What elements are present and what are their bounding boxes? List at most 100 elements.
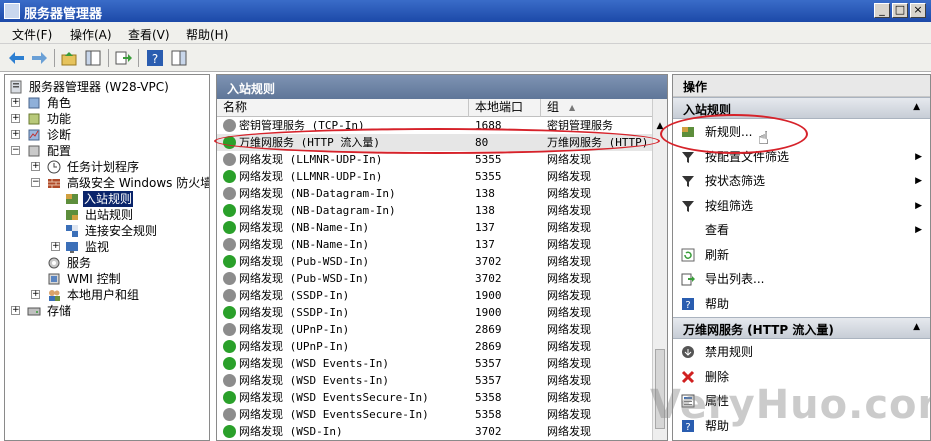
- toolbar: ?: [0, 44, 931, 72]
- action-label: 按组筛选: [705, 198, 754, 213]
- expand-icon[interactable]: +: [51, 242, 60, 251]
- annotation-oval-http-rule: [214, 128, 660, 154]
- outbound-rules-icon: [66, 210, 78, 220]
- rule-name: 网络发现 (WSD-In): [239, 425, 343, 438]
- table-row[interactable]: 网络发现 (WSD Events-In) 5357 网络发现: [217, 355, 653, 372]
- expand-icon[interactable]: +: [11, 98, 20, 107]
- menu-bar: 文件(F) 操作(A) 查看(V) 帮助(H): [0, 22, 931, 44]
- rule-group: 网络发现: [547, 204, 591, 217]
- expand-icon[interactable]: +: [11, 130, 20, 139]
- rule-name: 网络发现 (UPnP-In): [239, 323, 350, 336]
- table-row[interactable]: 网络发现 (WSD EventsSecure-In) 5358 网络发现: [217, 389, 653, 406]
- submenu-arrow-icon: ▶: [915, 151, 922, 162]
- action-item[interactable]: 查看 ▶: [673, 218, 930, 242]
- submenu-arrow-icon: ▶: [915, 225, 922, 235]
- help-icon[interactable]: ?: [146, 49, 164, 67]
- forward-icon[interactable]: [30, 49, 48, 67]
- menu-help[interactable]: 帮助(H): [186, 26, 228, 43]
- minimize-button[interactable]: _: [874, 3, 890, 18]
- rule-name: 网络发现 (SSDP-In): [239, 289, 350, 302]
- connection-security-icon: [66, 225, 78, 237]
- menu-view[interactable]: 查看(V): [128, 26, 170, 43]
- action-item[interactable]: 导出列表...: [673, 267, 930, 291]
- tree-item-task-scheduler[interactable]: + 任务计划程序: [31, 159, 206, 175]
- rule-port: 1900: [475, 289, 502, 302]
- rules-list: 密钥管理服务 (TCP-In) 1688 密钥管理服务 万维网服务 (HTTP 流入量…: [217, 117, 653, 440]
- expand-icon[interactable]: +: [11, 306, 20, 315]
- features-icon: [28, 113, 40, 125]
- server-manager-icon: [4, 3, 20, 19]
- tree-item-diagnostics[interactable]: + 诊断: [11, 127, 201, 143]
- expand-icon[interactable]: +: [31, 162, 40, 171]
- collapse-section-icon[interactable]: ▲: [913, 322, 920, 332]
- table-row[interactable]: 网络发现 (NB-Datagram-In) 138 网络发现: [217, 185, 653, 202]
- actions-title: 操作: [673, 75, 930, 97]
- disable-icon: [682, 346, 694, 358]
- tree-item-monitoring[interactable]: + 监视: [51, 239, 201, 255]
- tree-item-configuration[interactable]: − 配置: [11, 143, 201, 159]
- rule-enabled-icon: [223, 170, 236, 183]
- rule-group: 网络发现: [547, 340, 591, 353]
- properties-view-icon[interactable]: [170, 49, 188, 67]
- table-row[interactable]: 网络发现 (SSDP-In) 1900 网络发现: [217, 304, 653, 321]
- table-row[interactable]: 网络发现 (UPnP-In) 2869 网络发现: [217, 338, 653, 355]
- column-name[interactable]: 名称: [217, 99, 469, 117]
- action-item[interactable]: ? 帮助: [673, 292, 930, 316]
- back-icon[interactable]: [8, 49, 26, 67]
- rule-disabled-icon: [223, 187, 236, 200]
- rule-name: 网络发现 (NB-Name-In): [239, 238, 370, 251]
- menu-action[interactable]: 操作(A): [70, 26, 112, 43]
- table-row[interactable]: 网络发现 (WSD-In) 3702 网络发现: [217, 423, 653, 440]
- table-row[interactable]: 网络发现 (LLMNR-UDP-In) 5355 网络发现: [217, 168, 653, 185]
- action-item[interactable]: 刷新: [673, 243, 930, 267]
- expand-icon[interactable]: +: [11, 114, 20, 123]
- show-hide-tree-icon[interactable]: [84, 49, 102, 67]
- table-row[interactable]: 网络发现 (NB-Datagram-In) 138 网络发现: [217, 202, 653, 219]
- rule-port: 137: [475, 238, 495, 251]
- rule-group: 网络发现: [547, 170, 591, 183]
- up-folder-icon[interactable]: [60, 49, 78, 67]
- maximize-button[interactable]: □: [892, 3, 908, 18]
- firewall-icon: [48, 179, 60, 188]
- tree-item-roles[interactable]: + 角色: [11, 95, 201, 111]
- expand-icon[interactable]: +: [31, 290, 40, 299]
- collapse-section-icon[interactable]: ▲: [913, 102, 920, 112]
- rule-name: 网络发现 (LLMNR-UDP-In): [239, 170, 383, 183]
- close-button[interactable]: ×: [910, 3, 926, 18]
- column-group[interactable]: 组 ▲: [541, 99, 653, 117]
- action-item[interactable]: 禁用规则: [673, 340, 930, 364]
- action-item[interactable]: 按状态筛选 ▶: [673, 169, 930, 193]
- rule-enabled-icon: [223, 340, 236, 353]
- tree-item-storage[interactable]: + 存储: [11, 303, 201, 319]
- table-row[interactable]: 网络发现 (UPnP-In) 2869 网络发现: [217, 321, 653, 338]
- rule-name: 网络发现 (SSDP-In): [239, 306, 350, 319]
- actions-section-selected-rule[interactable]: 万维网服务 (HTTP 流入量) ▲: [673, 317, 930, 339]
- collapse-icon[interactable]: −: [31, 178, 40, 187]
- tree-item-firewall[interactable]: − 高级安全 Windows 防火墙: [31, 175, 209, 191]
- submenu-arrow-icon: ▶: [915, 176, 922, 186]
- table-row[interactable]: 网络发现 (Pub-WSD-In) 3702 网络发现: [217, 253, 653, 270]
- collapse-icon[interactable]: −: [11, 146, 20, 155]
- table-row[interactable]: 网络发现 (WSD EventsSecure-In) 5358 网络发现: [217, 406, 653, 423]
- table-row[interactable]: 网络发现 (Pub-WSD-In) 3702 网络发现: [217, 270, 653, 287]
- tree-item-local-users-groups[interactable]: + 本地用户和组: [31, 287, 207, 303]
- table-row[interactable]: 网络发现 (SSDP-In) 1900 网络发现: [217, 287, 653, 304]
- table-row[interactable]: 网络发现 (NB-Name-In) 137 网络发现: [217, 236, 653, 253]
- export-icon[interactable]: [114, 49, 132, 67]
- table-row[interactable]: 网络发现 (NB-Name-In) 137 网络发现: [217, 219, 653, 236]
- rule-port: 2869: [475, 340, 502, 353]
- rule-port: 1900: [475, 306, 502, 319]
- tree-item-features[interactable]: + 功能: [11, 111, 201, 127]
- services-icon: [48, 257, 60, 269]
- rule-name: 网络发现 (LLMNR-UDP-In): [239, 153, 383, 166]
- action-item[interactable]: 按组筛选 ▶: [673, 194, 930, 218]
- column-local-port[interactable]: 本地端口: [469, 99, 541, 117]
- rule-port: 5355: [475, 170, 502, 183]
- rule-group: 网络发现: [547, 255, 591, 268]
- server-icon: [10, 80, 22, 94]
- table-row[interactable]: 网络发现 (WSD Events-In) 5357 网络发现: [217, 372, 653, 389]
- rule-group: 网络发现: [547, 306, 591, 319]
- rule-group: 网络发现: [547, 238, 591, 251]
- rule-group: 网络发现: [547, 187, 591, 200]
- menu-file[interactable]: 文件(F): [12, 26, 52, 43]
